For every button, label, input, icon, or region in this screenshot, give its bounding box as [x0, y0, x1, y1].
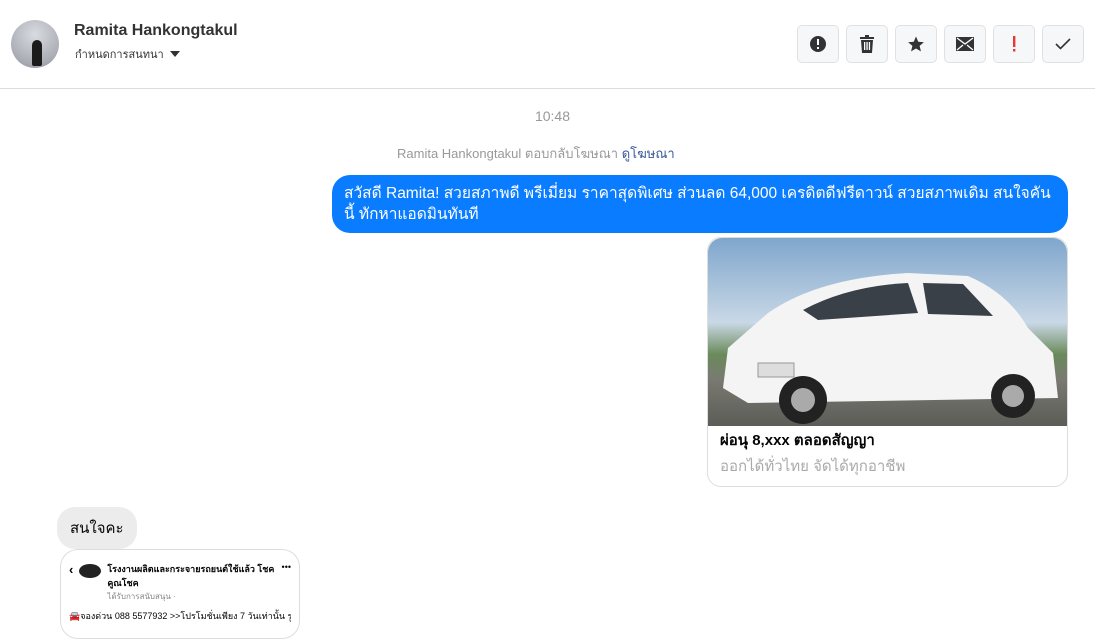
toolbar	[797, 25, 1084, 63]
ad-card-title: ผ่อนุ 8,xxx ตลอดสัญญา	[720, 432, 875, 449]
timestamp: 10:48	[534, 108, 571, 124]
caret-down-icon	[169, 51, 180, 57]
envelope-icon	[956, 37, 974, 51]
ad-card-subtitle: ออกได้ทั่วไทย จัดได้ทุกอาชีพ	[720, 458, 906, 475]
more-icon: •••	[281, 562, 291, 572]
spam-button[interactable]	[993, 25, 1035, 63]
post-text: 🚘จองด่วน 088 5577932 >>โปรโมชั่นเพียง 7 …	[69, 611, 291, 621]
car-image	[708, 238, 1067, 426]
exclamation-icon	[1013, 36, 1016, 52]
trash-icon	[860, 35, 874, 53]
conversation-header: Ramita Hankongtakul กำหนดการสนทนา	[0, 0, 1095, 89]
avatar[interactable]	[11, 20, 59, 68]
page-logo	[79, 564, 102, 578]
star-button[interactable]	[895, 25, 937, 63]
check-icon	[1055, 38, 1071, 50]
sponsored-label: ได้รับการสนับสนุน ·	[107, 592, 176, 601]
sent-message: สวัสดี Ramita! สวยสภาพดี พรีเมี่ยม ราคาส…	[332, 175, 1068, 233]
back-arrow-icon: ‹	[69, 562, 74, 577]
ad-card[interactable]: ผ่อนุ 8,xxx ตลอดสัญญา ออกได้ทั่วไทย จัดไ…	[707, 237, 1068, 487]
star-icon	[908, 36, 924, 52]
alert-circle-icon	[810, 36, 826, 52]
ad-reply-notice: Ramita Hankongtakul ตอบกลับโฆษณา ดูโฆษณา	[397, 143, 675, 164]
conversation-settings-label: กำหนดการสนทนา	[75, 49, 164, 61]
delete-button[interactable]	[846, 25, 888, 63]
contact-name[interactable]: Ramita Hankongtakul	[74, 22, 238, 40]
view-ad-link[interactable]: ดูโฆษณา	[622, 146, 675, 161]
report-button[interactable]	[797, 25, 839, 63]
conversation-settings-dropdown[interactable]: กำหนดการสนทนา	[75, 45, 180, 63]
page-name: โรงงานผลิตและกระจายรถยนต์ใช้แล้ว โชค คูณ…	[107, 564, 275, 588]
received-message: สนใจคะ	[57, 507, 137, 549]
mark-unread-button[interactable]	[944, 25, 986, 63]
ad-reply-text: Ramita Hankongtakul ตอบกลับโฆษณา	[397, 146, 619, 161]
mark-done-button[interactable]	[1042, 25, 1084, 63]
shared-screenshot[interactable]: ‹ โรงงานผลิตและกระจายรถยนต์ใช้แล้ว โชค ค…	[60, 549, 300, 639]
